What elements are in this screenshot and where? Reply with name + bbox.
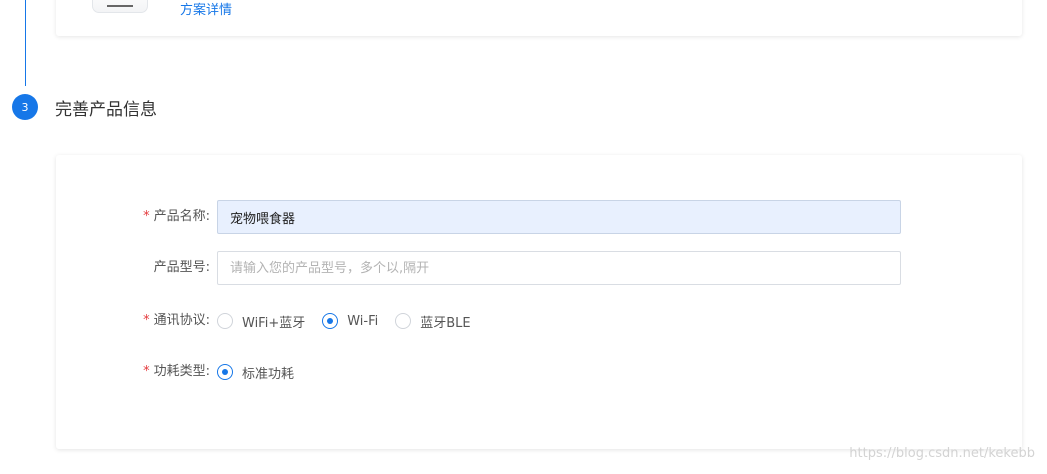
product-name-input[interactable] — [217, 200, 901, 234]
power-radio-group: 标准功耗 — [217, 355, 311, 389]
required-mark: * — [143, 209, 150, 224]
solution-details-link[interactable]: 方案详情 — [180, 0, 232, 18]
radio-button[interactable] — [217, 313, 233, 329]
device-slot-icon — [107, 5, 133, 7]
product-name-row: * 产品名称: — [56, 200, 1022, 234]
required-mark: * — [143, 313, 150, 328]
protocol-label: * 通讯协议: — [143, 304, 210, 338]
radio-button[interactable] — [217, 364, 233, 380]
power-row: * 功耗类型: 标准功耗 — [56, 355, 1022, 389]
solution-card: 方案详情 — [56, 0, 1022, 36]
radio-label: 标准功耗 — [242, 366, 295, 382]
product-name-label-text: 产品名称: — [153, 209, 210, 224]
radio-label: Wi-Fi — [347, 313, 379, 329]
required-mark: * — [143, 364, 150, 379]
power-label: * 功耗类型: — [143, 355, 210, 389]
protocol-radio-group: WiFi+蓝牙 Wi-Fi 蓝牙BLE — [217, 304, 488, 338]
protocol-option-wifi-bluetooth[interactable]: WiFi+蓝牙 — [217, 312, 305, 331]
product-info-form: *产品名称: 产品型号: *通讯协议: WiFi+蓝牙 Wi-Fi 蓝牙BLE — [56, 155, 1022, 449]
power-option-standard[interactable]: 标准功耗 — [217, 363, 294, 382]
product-model-row: 产品型号: — [56, 251, 1022, 285]
radio-button[interactable] — [322, 313, 339, 329]
product-model-input[interactable] — [217, 251, 901, 285]
protocol-option-wifi[interactable]: Wi-Fi — [322, 313, 378, 329]
step-timeline-line — [25, 0, 26, 86]
protocol-row: * 通讯协议: WiFi+蓝牙 Wi-Fi 蓝牙BLE — [56, 304, 1022, 338]
power-label-text: 功耗类型: — [153, 364, 210, 379]
radio-button[interactable] — [395, 313, 412, 329]
product-model-label: 产品型号: — [154, 251, 210, 285]
step-number-badge: 3 — [12, 94, 38, 120]
product-name-label: * 产品名称: — [143, 200, 210, 234]
watermark: https://blog.csdn.net/kekebb — [849, 446, 1035, 461]
device-thumbnail-icon — [92, 0, 148, 13]
step-title: 完善产品信息 — [55, 100, 157, 120]
product-model-label-text: 产品型号: — [153, 260, 210, 275]
protocol-option-ble[interactable]: 蓝牙BLE — [395, 312, 471, 331]
protocol-label-text: 通讯协议: — [153, 313, 210, 328]
radio-label: WiFi+蓝牙 — [242, 315, 306, 331]
radio-label: 蓝牙BLE — [420, 315, 471, 331]
